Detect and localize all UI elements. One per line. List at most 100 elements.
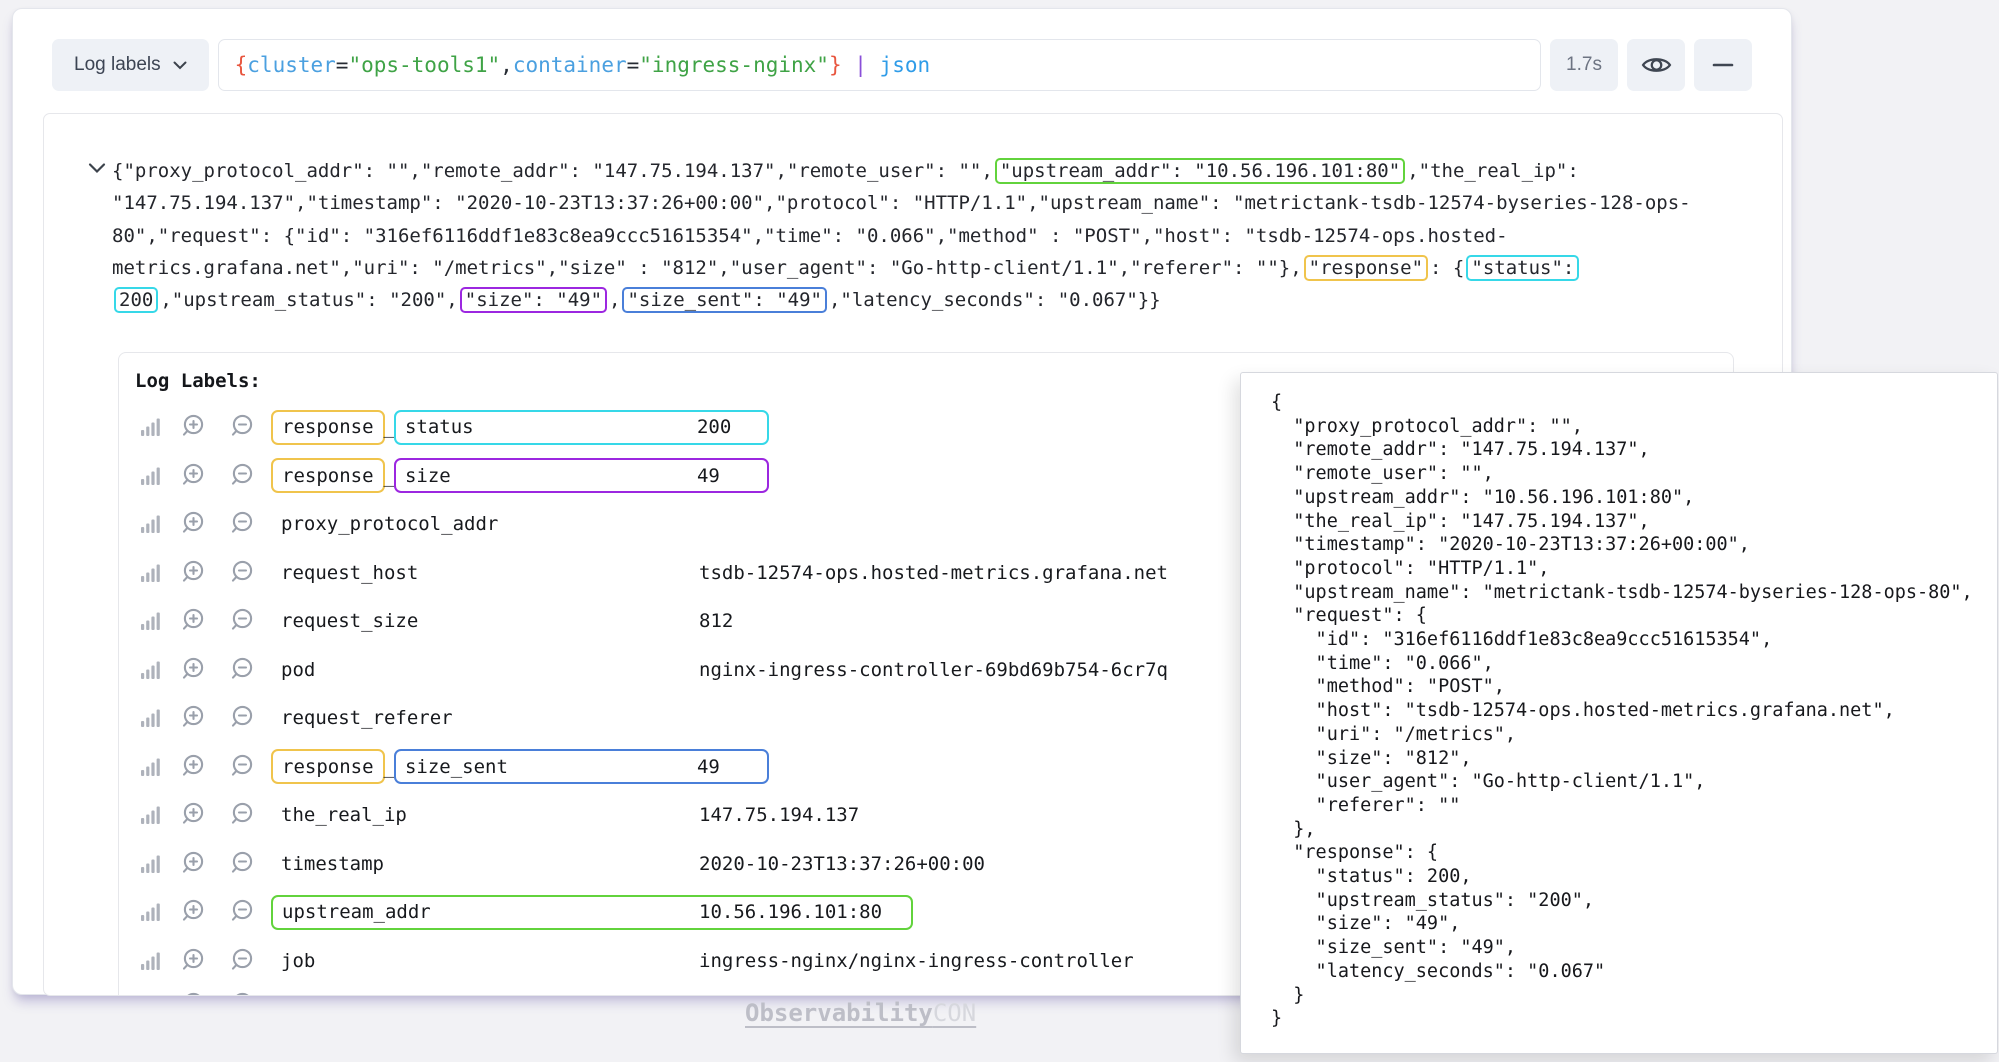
log-label-value: 10.56.196.101:80 — [699, 901, 882, 923]
filter-out-value-icon[interactable] — [230, 947, 258, 975]
log-label-value: 200 — [697, 416, 731, 438]
highlight-box-blue: "size_sent": "49" — [622, 287, 826, 313]
filter-out-value-icon[interactable] — [230, 462, 258, 490]
log-label-name: upstream_addr — [282, 901, 431, 923]
stats-bar-chart-icon[interactable] — [141, 661, 160, 679]
json-overlay-panel: { "proxy_protocol_addr": "", "remote_add… — [1240, 372, 1998, 1054]
query-token: "ingress-nginx" — [639, 53, 829, 77]
filter-out-value-icon[interactable] — [230, 753, 258, 781]
highlight-box-orange: "response" — [1304, 255, 1428, 281]
stats-bar-chart-icon[interactable] — [141, 903, 160, 921]
filter-out-value-icon[interactable] — [230, 850, 258, 878]
filter-for-value-icon[interactable] — [181, 898, 209, 926]
watermark-part2: CON — [933, 999, 976, 1027]
log-label-actions — [119, 559, 281, 587]
log-label-value: 49 — [697, 465, 720, 487]
watermark-part1: Observability — [745, 999, 933, 1027]
filter-for-value-icon[interactable] — [181, 801, 209, 829]
filter-out-value-icon[interactable] — [230, 413, 258, 441]
query-token: "ops-tools1" — [348, 53, 500, 77]
filter-for-value-icon[interactable] — [181, 559, 209, 587]
log-line-text: {"proxy_protocol_addr": "","remote_addr"… — [112, 155, 1712, 316]
stats-bar-chart-icon[interactable] — [141, 709, 160, 727]
remove-query-button[interactable] — [1694, 39, 1752, 91]
eye-icon — [1641, 53, 1672, 77]
observabilitycon-watermark: ObservabilityCON — [745, 999, 976, 1027]
stats-bar-chart-icon[interactable] — [141, 758, 160, 776]
log-labels-dropdown[interactable]: Log labels — [52, 39, 209, 91]
log-label-name: the_real_ip — [281, 804, 407, 826]
stats-bar-chart-icon[interactable] — [141, 952, 160, 970]
page: Log labels {cluster="ops-tools1",contain… — [0, 0, 1999, 1062]
highlight-box-blue: size_sent49 — [394, 749, 769, 784]
query-input[interactable]: {cluster="ops-tools1",container="ingress… — [218, 39, 1541, 91]
filter-out-value-icon[interactable] — [230, 704, 258, 732]
log-label-actions — [119, 607, 281, 635]
filter-for-value-icon[interactable] — [181, 947, 209, 975]
log-label-name: proxy_protocol_addr — [281, 513, 498, 535]
filter-out-value-icon[interactable] — [230, 607, 258, 635]
filter-out-value-icon[interactable] — [230, 510, 258, 538]
highlight-box-green: upstream_addr 10.56.196.101:80 — [271, 895, 913, 930]
query-duration-badge: 1.7s — [1550, 39, 1618, 91]
filter-for-value-icon[interactable] — [181, 704, 209, 732]
log-label-value: 49 — [697, 756, 720, 778]
query-token: } — [829, 53, 842, 77]
filter-out-value-icon[interactable] — [230, 801, 258, 829]
query-token: | — [854, 53, 867, 77]
query-token: = — [627, 53, 640, 77]
query-token: = — [336, 53, 349, 77]
log-label-actions — [119, 801, 281, 829]
stats-bar-chart-icon[interactable] — [141, 612, 160, 630]
log-labels-dropdown-label: Log labels — [74, 54, 161, 76]
log-segment: , — [609, 289, 620, 311]
filter-for-value-icon[interactable] — [181, 413, 209, 441]
filter-out-value-icon[interactable] — [230, 898, 258, 926]
log-label-name: request_size — [281, 610, 418, 632]
stats-bar-chart-icon[interactable] — [141, 515, 160, 533]
stats-bar-chart-icon[interactable] — [141, 467, 160, 485]
log-segment: ,"upstream_status": "200", — [160, 289, 457, 311]
filter-for-value-icon[interactable] — [181, 462, 209, 490]
query-token: { — [235, 53, 248, 77]
filter-out-value-icon[interactable] — [230, 559, 258, 587]
log-row-expand-chevron-icon[interactable] — [88, 161, 106, 179]
log-label-value: tsdb-12574-ops.hosted-metrics.grafana.ne… — [699, 562, 1168, 584]
stats-bar-chart-icon[interactable] — [141, 564, 160, 582]
log-label-actions — [119, 850, 281, 878]
stats-bar-chart-icon[interactable] — [141, 418, 160, 436]
log-label-actions — [119, 704, 281, 732]
query-token: , — [500, 53, 513, 77]
stats-bar-chart-icon[interactable] — [141, 855, 160, 873]
filter-for-value-icon[interactable] — [181, 753, 209, 781]
log-label-actions — [119, 510, 281, 538]
highlight-box-orange: response — [271, 749, 385, 784]
highlight-box-green: "upstream_addr": "10.56.196.101:80" — [995, 158, 1405, 184]
log-label-actions — [119, 413, 281, 441]
log-label-name: job — [281, 950, 315, 972]
filter-out-value-icon[interactable] — [230, 656, 258, 684]
log-label-actions — [119, 898, 281, 926]
log-label-value: 147.75.194.137 — [699, 804, 859, 826]
query-inspector-button[interactable] — [1627, 39, 1685, 91]
log-segment: : { — [1430, 257, 1464, 279]
filter-for-value-icon[interactable] — [181, 510, 209, 538]
filter-out-value-icon[interactable] — [230, 991, 258, 996]
filter-for-value-icon[interactable] — [181, 656, 209, 684]
stats-bar-chart-icon[interactable] — [141, 806, 160, 824]
query-token: cluster — [247, 53, 336, 77]
highlight-box-cyan: status200 — [394, 410, 769, 445]
highlight-box-orange: response — [271, 410, 385, 445]
filter-for-value-icon[interactable] — [181, 850, 209, 878]
filter-for-value-icon[interactable] — [181, 607, 209, 635]
query-token: json — [867, 53, 930, 77]
json-panel-text: { "proxy_protocol_addr": "", "remote_add… — [1271, 391, 1973, 1031]
query-token — [842, 53, 855, 77]
query-token: container — [513, 53, 627, 77]
filter-for-value-icon[interactable] — [181, 991, 209, 996]
log-label-value: 2020-10-23T13:37:26+00:00 — [699, 853, 985, 875]
log-label-name: timestamp — [281, 853, 384, 875]
log-label-value: nginx-ingress-controller-69bd69b754-6cr7… — [699, 659, 1168, 681]
log-label-actions — [119, 462, 281, 490]
chevron-down-icon — [173, 61, 187, 70]
